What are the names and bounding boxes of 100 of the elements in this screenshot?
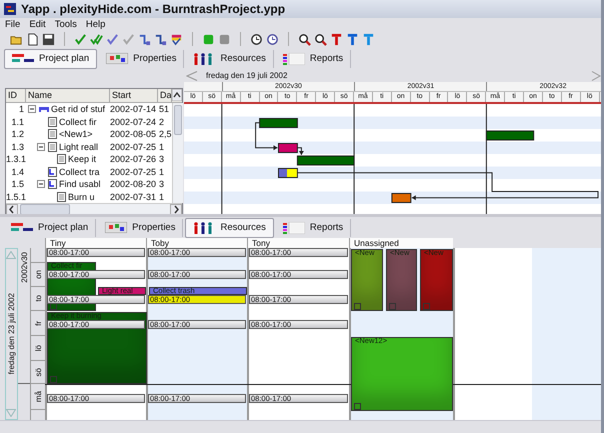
checkmark-icon[interactable] xyxy=(74,32,87,46)
start-date: 2002-07-25 xyxy=(110,142,158,152)
start-date: 2002-08-20 xyxy=(110,179,158,190)
t-shape-icon[interactable] xyxy=(330,32,343,46)
linked-task-icon xyxy=(48,166,57,177)
duration: 3 xyxy=(158,179,166,190)
column-header[interactable]: ID xyxy=(6,89,26,102)
column-header[interactable]: Tiny xyxy=(45,238,146,248)
column-header[interactable]: Toby xyxy=(146,238,247,248)
scrollbar[interactable] xyxy=(172,103,183,203)
task-name: Collect fir xyxy=(59,116,97,127)
duration: 1 xyxy=(158,192,166,202)
start-date: 2002-07-25 xyxy=(110,166,158,177)
dependency-arrow xyxy=(296,147,304,156)
tab[interactable]: Project plan xyxy=(4,48,98,68)
document-icon xyxy=(50,303,57,310)
task-icon xyxy=(57,154,66,164)
task-id: 1.1 xyxy=(10,116,25,127)
task-bar[interactable] xyxy=(486,130,534,140)
tab[interactable]: Reports xyxy=(276,50,352,68)
flag-icon[interactable] xyxy=(170,32,183,46)
tab[interactable]: Resources xyxy=(186,50,274,68)
t-shape-icon[interactable] xyxy=(346,32,359,46)
scroll-up-icon[interactable] xyxy=(172,89,182,101)
task-name: Find usabl xyxy=(59,179,101,190)
summary-bar-icon xyxy=(39,106,49,112)
column-header[interactable]: Name xyxy=(26,89,110,102)
document-icon xyxy=(354,303,361,310)
task-icon xyxy=(57,192,66,202)
tab[interactable]: Project plan xyxy=(4,218,96,236)
document-icon xyxy=(389,303,396,310)
tab[interactable]: Reports xyxy=(276,218,352,236)
column-header[interactable]: Tony xyxy=(247,238,349,248)
start-date: 2002-07-14 xyxy=(110,104,158,114)
tab[interactable]: Properties xyxy=(99,50,184,68)
tab[interactable]: Properties xyxy=(98,218,184,236)
start-date: 2002-07-26 xyxy=(110,154,158,164)
duration: 51 xyxy=(158,104,170,114)
task-name: Burn u xyxy=(68,192,95,202)
checkmark-icon[interactable] xyxy=(122,32,135,46)
menu-item[interactable]: Tools xyxy=(54,18,77,30)
square-icon[interactable] xyxy=(218,32,231,46)
project-plan-icon xyxy=(11,222,33,233)
menu-item[interactable]: Help xyxy=(86,18,106,30)
t-shape-icon[interactable] xyxy=(362,32,375,46)
duration: 1 xyxy=(158,166,166,177)
start-date: 2002-07-31 xyxy=(110,192,158,202)
dependency-arrow xyxy=(255,122,278,150)
zoom-out-icon[interactable] xyxy=(314,32,327,46)
collapse-icon[interactable] xyxy=(37,180,45,188)
day-label: sö xyxy=(34,368,43,376)
save-icon[interactable] xyxy=(42,32,55,46)
collapse-icon[interactable] xyxy=(37,142,45,151)
task-icon xyxy=(48,116,57,127)
project-plan-icon xyxy=(12,53,34,64)
task-name: Collect tra xyxy=(59,166,100,177)
collapse-icon[interactable] xyxy=(28,105,36,114)
scroll-left-icon[interactable] xyxy=(6,204,18,215)
task-bar[interactable] xyxy=(391,193,412,203)
date-label: fredag den 23 juli 2002 xyxy=(6,293,16,375)
day-label: fr xyxy=(34,320,43,326)
day-label: lö xyxy=(34,344,43,352)
task-id: 1.2 xyxy=(10,129,25,140)
checkmark-icon[interactable] xyxy=(106,32,119,46)
column-header[interactable]: Unassigned xyxy=(349,238,453,248)
window-title: Yapp . plexityHide.com - BurntrashProject.ypp xyxy=(21,2,286,16)
duration: 1 xyxy=(158,142,166,152)
double-checkmark-icon[interactable] xyxy=(90,32,103,46)
zoom-in-icon[interactable] xyxy=(298,32,311,46)
task-name: Light reall xyxy=(59,142,98,152)
app-icon xyxy=(4,3,16,15)
task-id: 1 xyxy=(18,104,25,114)
task-id: 1.4 xyxy=(10,166,25,177)
start-date: 2002-07-24 xyxy=(110,116,158,127)
date-label: fredag den 19 juli 2002 xyxy=(206,71,288,80)
task-id: 1.5 xyxy=(10,179,25,190)
clock-icon[interactable] xyxy=(266,32,279,46)
column-header[interactable]: Start xyxy=(110,89,158,102)
scroll-right-icon[interactable] xyxy=(170,204,182,215)
task-name: <New1> xyxy=(59,129,93,140)
duration: 3 xyxy=(158,154,166,164)
task-name: Get rid of stuf xyxy=(51,104,106,114)
link-icon[interactable] xyxy=(154,32,167,46)
document-icon xyxy=(354,403,361,410)
new-document-icon[interactable] xyxy=(26,32,39,46)
task-icon xyxy=(48,142,57,152)
tab[interactable]: Resources xyxy=(185,218,274,238)
task-name: Keep it xyxy=(68,154,96,164)
clock-icon[interactable] xyxy=(250,32,263,46)
document-icon xyxy=(50,376,57,383)
day-label: to xyxy=(34,295,43,302)
day-label: on xyxy=(34,270,43,279)
properties-icon xyxy=(106,53,128,64)
linked-task-icon xyxy=(48,179,57,190)
menu-item[interactable]: File xyxy=(5,18,20,30)
start-date: 2002-08-05 xyxy=(110,129,158,140)
properties-icon xyxy=(105,222,128,233)
link-icon[interactable] xyxy=(138,32,151,46)
scrollbar[interactable] xyxy=(6,203,182,215)
menu-item[interactable]: Edit xyxy=(29,18,46,30)
